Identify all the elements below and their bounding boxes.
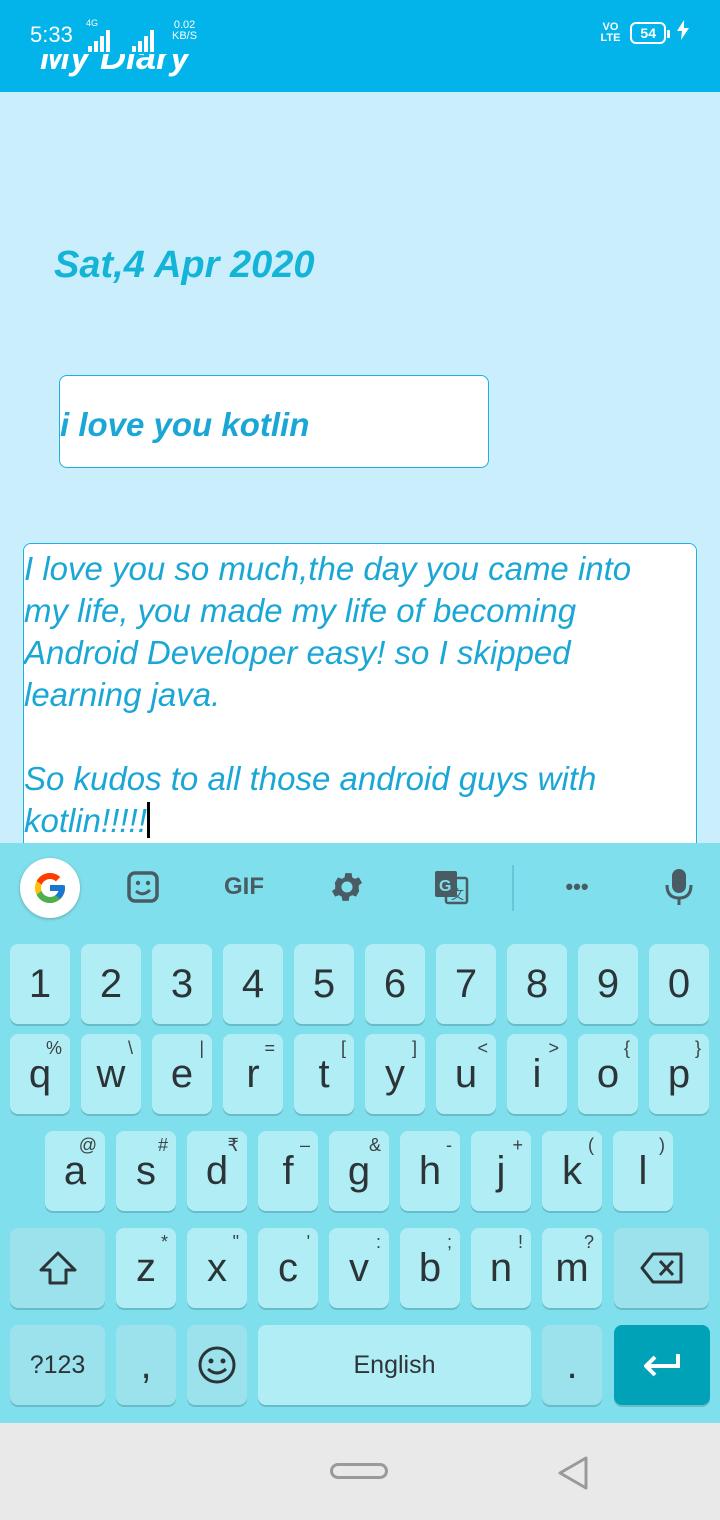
comma-key[interactable]: , [116,1325,176,1405]
key-p[interactable]: p} [649,1034,709,1114]
key-k[interactable]: k( [542,1131,602,1211]
signal-strength-icon [88,30,110,52]
key-a[interactable]: a @ [45,1131,105,1211]
app-title: My Diary [40,54,191,77]
home-button[interactable] [330,1463,388,1479]
key-q[interactable]: q% [10,1034,70,1114]
note-title-field[interactable]: i love you kotlin [59,375,489,468]
symbols-key[interactable]: ?123 [10,1325,105,1405]
emoji-key[interactable] [187,1325,247,1405]
svg-text:文: 文 [451,887,464,902]
back-button[interactable] [556,1455,590,1496]
more-icon[interactable]: ••• [554,861,600,913]
key-r[interactable]: r = [223,1034,283,1114]
key-1[interactable]: 1 [10,944,70,1024]
key-y[interactable]: y] [365,1034,425,1114]
note-title-value: i love you kotlin [60,406,310,443]
emoji-icon [198,1346,236,1384]
key-7[interactable]: 7 [436,944,496,1024]
key-u[interactable]: u < [436,1034,496,1114]
backspace-icon [640,1252,682,1284]
key-2[interactable]: 2 [81,944,141,1024]
key-5[interactable]: 5 [294,944,354,1024]
enter-key[interactable] [614,1325,710,1405]
key-9[interactable]: 9 [578,944,638,1024]
key-h[interactable]: h- [400,1131,460,1211]
key-4[interactable]: 4 [223,944,283,1024]
key-c[interactable]: c ' [258,1228,318,1308]
enter-icon [644,1354,680,1377]
gear-icon[interactable] [324,861,370,913]
note-body-value: I love you so much,the day you came into… [24,550,632,839]
period-key[interactable]: . [542,1325,602,1405]
navigation-bar [0,1423,720,1520]
note-date: Sat,4 Apr 2020 [54,244,315,286]
network-speed: 0.02 KB/S [172,19,198,42]
key-l[interactable]: l) [613,1131,673,1211]
volte-icon: VO LTE [600,21,621,44]
key-z[interactable]: z * [116,1228,176,1308]
note-body-field[interactable]: I love you so much,the day you came into… [23,543,697,863]
gif-button[interactable]: GIF [214,861,274,913]
key-n[interactable]: n! [471,1228,531,1308]
key-v[interactable]: v: [329,1228,389,1308]
soft-keyboard: GIF G文 ••• 1 2 3 4 5 6 7 8 9 0 q% w \ e | … [0,843,720,1423]
key-0[interactable]: 0 [649,944,709,1024]
key-g[interactable]: g & [329,1131,389,1211]
key-w[interactable]: w \ [81,1034,141,1114]
key-6[interactable]: 6 [365,944,425,1024]
key-s[interactable]: s # [116,1131,176,1211]
google-logo-icon[interactable] [20,858,80,918]
key-j[interactable]: j + [471,1131,531,1211]
status-bar: 5:33 4G 0.02 KB/S VO LTE 54 [0,0,720,54]
key-8[interactable]: 8 [507,944,567,1024]
svg-text:G: G [439,878,451,895]
signal-icons [88,20,154,52]
signal-strength-icon [132,30,154,52]
sticker-icon[interactable] [120,861,166,913]
backspace-key[interactable] [614,1228,709,1308]
key-e[interactable]: e | [152,1034,212,1114]
translate-icon[interactable]: G文 [428,861,474,913]
microphone-icon[interactable] [656,861,702,913]
key-i[interactable]: i > [507,1034,567,1114]
toolbar-divider [512,865,514,911]
key-o[interactable]: o{ [578,1034,638,1114]
charging-icon [676,20,690,46]
battery-icon: 54 [630,22,670,44]
status-time: 5:33 [30,22,73,47]
back-icon [558,1456,588,1490]
key-3[interactable]: 3 [152,944,212,1024]
space-key[interactable]: English [258,1325,531,1405]
key-d[interactable]: d ₹ [187,1131,247,1211]
app-bar: My Diary [0,54,720,92]
text-cursor [146,802,150,838]
shift-key[interactable] [10,1228,105,1308]
keyboard-toolbar: GIF G文 ••• [0,843,720,931]
key-b[interactable]: b; [400,1228,460,1308]
key-t[interactable]: t[ [294,1034,354,1114]
key-x[interactable]: x " [187,1228,247,1308]
shift-icon [39,1251,76,1285]
key-f[interactable]: f – [258,1131,318,1211]
key-m[interactable]: m? [542,1228,602,1308]
